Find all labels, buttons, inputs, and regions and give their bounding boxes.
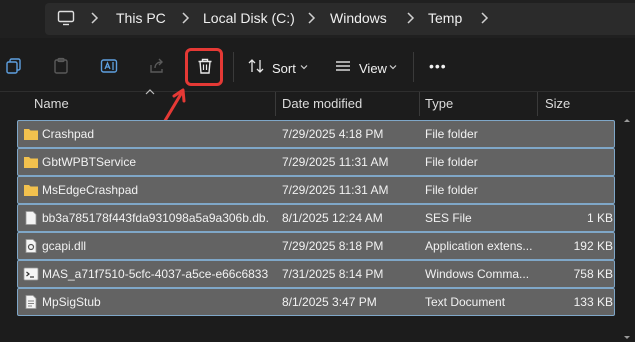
text-file-icon bbox=[25, 295, 37, 309]
column-divider[interactable] bbox=[275, 92, 276, 116]
rename-icon[interactable] bbox=[100, 57, 118, 75]
file-name: bb3a785178f443fda931098a5a9a306b.db.s... bbox=[42, 211, 268, 225]
chevron-right-icon[interactable] bbox=[306, 10, 316, 26]
column-divider[interactable] bbox=[419, 92, 420, 116]
chevron-down-icon[interactable] bbox=[300, 63, 308, 71]
file-date: 8/1/2025 3:47 PM bbox=[282, 295, 377, 309]
file-date: 7/29/2025 4:18 PM bbox=[282, 127, 384, 141]
column-header-type[interactable]: Type bbox=[425, 96, 453, 111]
chevron-right-icon[interactable] bbox=[180, 10, 190, 26]
file-size: 758 KB bbox=[573, 267, 613, 281]
table-row[interactable]: MAS_a71f7510-5cfc-4037-a5ce-e66c6833... … bbox=[17, 260, 615, 288]
file-name: GbtWPBTService bbox=[42, 155, 137, 169]
command-bar: Sort View ••• bbox=[0, 38, 635, 92]
table-row[interactable]: bb3a785178f443fda931098a5a9a306b.db.s...… bbox=[17, 204, 615, 232]
chevron-right-icon[interactable] bbox=[405, 10, 415, 26]
table-row[interactable]: MsEdgeCrashpad 7/29/2025 11:31 AM File f… bbox=[17, 176, 615, 204]
view-icon[interactable] bbox=[334, 57, 352, 75]
delete-highlight-box bbox=[185, 48, 223, 86]
address-bar-left-gap bbox=[0, 0, 45, 38]
folder-icon bbox=[24, 185, 38, 196]
column-header-size[interactable]: Size bbox=[545, 96, 570, 111]
folder-icon bbox=[24, 129, 38, 140]
file-type: SES File bbox=[425, 211, 472, 225]
file-size: 1 KB bbox=[586, 211, 613, 225]
dll-icon bbox=[25, 239, 37, 253]
table-row[interactable]: GbtWPBTService 7/29/2025 11:31 AM File f… bbox=[17, 148, 615, 176]
file-name: MpSigStub bbox=[42, 295, 101, 309]
file-name: MAS_a71f7510-5cfc-4037-a5ce-e66c6833... bbox=[42, 267, 268, 281]
paste-icon[interactable] bbox=[52, 57, 70, 75]
file-icon bbox=[25, 211, 37, 225]
file-date: 7/29/2025 11:31 AM bbox=[282, 183, 389, 197]
file-date: 7/29/2025 8:18 PM bbox=[282, 239, 384, 253]
file-size: 192 KB bbox=[573, 239, 613, 253]
chevron-right-icon[interactable] bbox=[89, 10, 99, 26]
toolbar-separator bbox=[233, 52, 234, 82]
column-header-row: Name Date modified Type Size bbox=[0, 92, 635, 116]
file-type: File folder bbox=[425, 127, 478, 141]
file-size: 133 KB bbox=[573, 295, 613, 309]
file-date: 7/29/2025 11:31 AM bbox=[282, 155, 389, 169]
toolbar-separator bbox=[413, 52, 414, 82]
breadcrumb-local-disk[interactable]: Local Disk (C:) bbox=[203, 10, 295, 26]
breadcrumb-temp[interactable]: Temp bbox=[428, 10, 462, 26]
file-date: 8/1/2025 12:24 AM bbox=[282, 211, 383, 225]
this-pc-icon[interactable] bbox=[57, 9, 75, 27]
file-name: Crashpad bbox=[42, 127, 95, 141]
column-divider[interactable] bbox=[537, 92, 538, 116]
view-button[interactable]: View bbox=[359, 61, 387, 76]
chevron-right-icon[interactable] bbox=[479, 10, 489, 26]
table-row[interactable]: MpSigStub 8/1/2025 3:47 PM Text Document… bbox=[17, 288, 615, 316]
folder-icon bbox=[24, 157, 38, 168]
cmd-file-icon bbox=[23, 267, 39, 281]
share-icon[interactable] bbox=[148, 57, 166, 75]
sort-icon[interactable] bbox=[247, 57, 265, 75]
file-type: Text Document bbox=[425, 295, 506, 309]
file-type: Application extens... bbox=[425, 239, 533, 253]
breadcrumb-this-pc[interactable]: This PC bbox=[116, 10, 166, 26]
table-row[interactable]: gcapi.dll 7/29/2025 8:18 PM Application … bbox=[17, 232, 615, 260]
copy-icon[interactable] bbox=[5, 57, 23, 75]
file-date: 7/31/2025 8:14 PM bbox=[282, 267, 384, 281]
breadcrumb-windows[interactable]: Windows bbox=[330, 10, 387, 26]
file-name: MsEdgeCrashpad bbox=[42, 183, 139, 197]
file-type: Windows Comma... bbox=[425, 267, 530, 281]
table-row[interactable]: Crashpad 7/29/2025 4:18 PM File folder bbox=[17, 120, 615, 148]
address-bar-area: This PC Local Disk (C:) Windows Temp bbox=[0, 0, 635, 38]
file-type: File folder bbox=[425, 183, 478, 197]
column-header-name[interactable]: Name bbox=[34, 96, 69, 111]
more-options-button[interactable]: ••• bbox=[429, 58, 447, 74]
scrollbar-icon[interactable] bbox=[622, 116, 632, 342]
file-name: gcapi.dll bbox=[42, 239, 87, 253]
file-type: File folder bbox=[425, 155, 478, 169]
sort-button[interactable]: Sort bbox=[272, 61, 296, 76]
chevron-down-icon[interactable] bbox=[389, 63, 397, 71]
column-header-date[interactable]: Date modified bbox=[282, 96, 362, 111]
